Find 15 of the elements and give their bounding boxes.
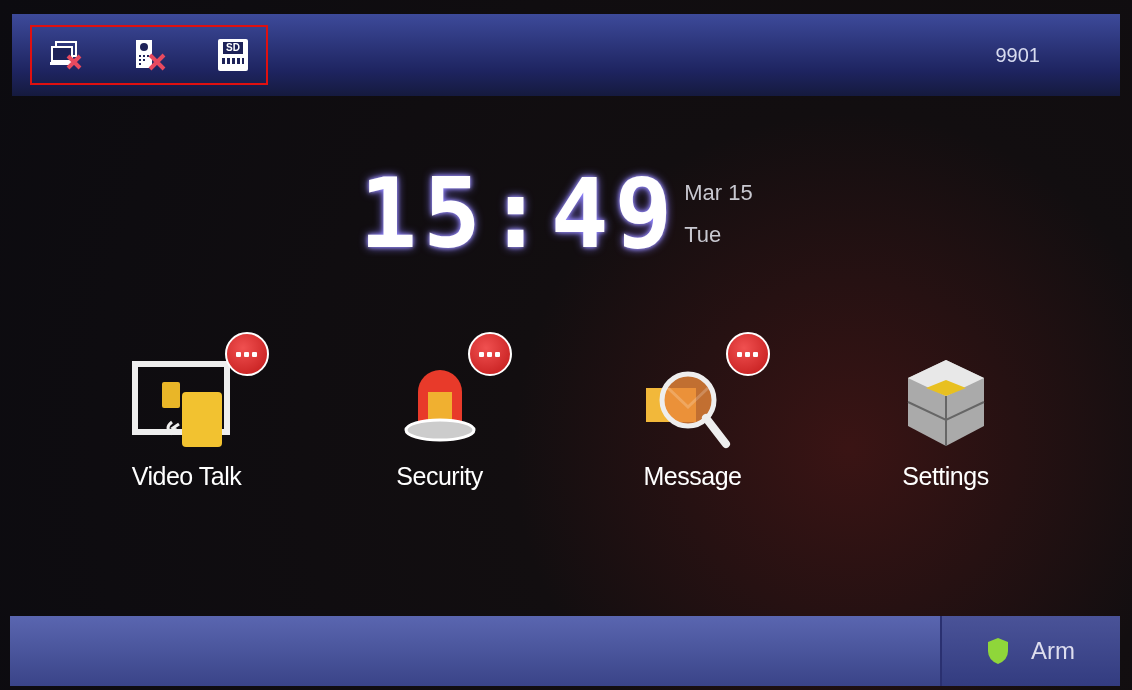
- app-label[interactable]: Security: [396, 462, 483, 491]
- clock-time: 15:49: [359, 166, 679, 262]
- card-contacts-icon: [222, 58, 244, 64]
- app-label[interactable]: Video Talk: [131, 462, 242, 491]
- app-label[interactable]: Settings: [902, 462, 989, 491]
- clock-date: Mar 15: [684, 180, 753, 206]
- room-number: 9901: [995, 43, 1040, 67]
- app-label[interactable]: Message: [643, 462, 742, 491]
- shield-icon: [987, 637, 1009, 665]
- door-station-error-icon[interactable]: [134, 39, 168, 71]
- arm-button[interactable]: Arm: [940, 616, 1120, 686]
- sd-card-icon[interactable]: SD: [218, 39, 248, 71]
- clock-weekday: Tue: [684, 222, 723, 248]
- monitor-error-icon[interactable]: [50, 40, 84, 70]
- sd-card-label: SD: [223, 42, 243, 54]
